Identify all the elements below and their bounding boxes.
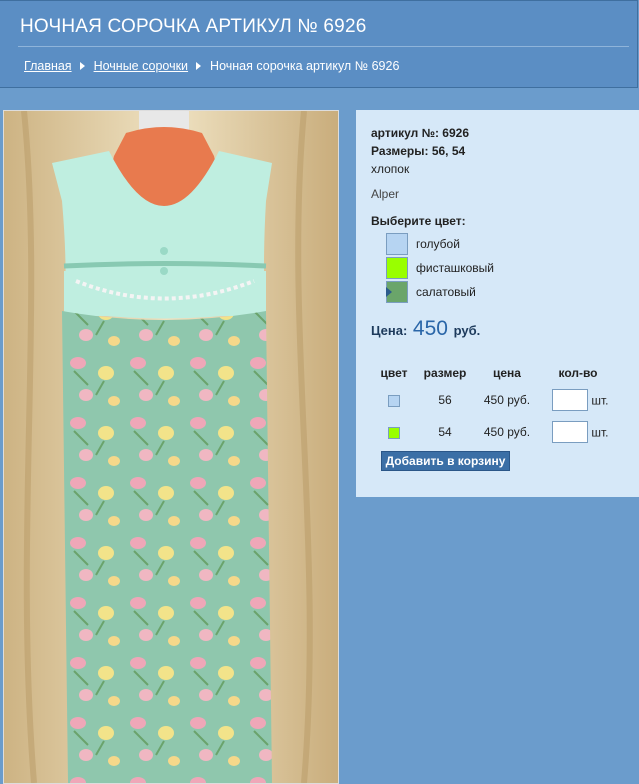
color-option[interactable]: фисташковый <box>386 256 494 280</box>
row-price: 450 руб. <box>483 393 531 407</box>
product-specs: артикул №: 6926 Размеры: 56, 54 хлопок <box>371 124 469 178</box>
page-header: НОЧНАЯ СОРОЧКА АРТИКУЛ № 6926 Главная Но… <box>0 0 638 88</box>
color-swatch[interactable] <box>386 233 408 255</box>
row-size: 56 <box>438 393 452 407</box>
table-row: 54 450 руб. шт. <box>374 416 618 448</box>
color-name: голубой <box>416 237 460 251</box>
table-row: 56 450 руб. шт. <box>374 384 618 416</box>
color-name: салатовый <box>416 285 476 299</box>
col-header: цена <box>493 366 521 380</box>
price-value: 450 <box>412 317 448 340</box>
add-to-cart-button[interactable]: Добавить в корзину <box>381 451 510 471</box>
header-divider <box>18 46 629 47</box>
price: Цена: 450 руб. <box>371 317 480 341</box>
row-size: 54 <box>438 425 452 439</box>
product-info-panel: артикул №: 6926 Размеры: 56, 54 хлопок A… <box>356 110 639 497</box>
col-header: кол-во <box>558 366 598 380</box>
breadcrumb: Главная Ночные сорочки Ночная сорочка ар… <box>24 59 399 73</box>
price-currency: руб. <box>453 323 481 338</box>
page-title: НОЧНАЯ СОРОЧКА АРТИКУЛ № 6926 <box>20 16 367 37</box>
breadcrumb-home-link[interactable]: Главная <box>24 59 72 73</box>
color-option[interactable]: голубой <box>386 232 494 256</box>
chevron-right-icon <box>79 62 85 70</box>
brand: Alper <box>371 187 400 201</box>
breadcrumb-category-link[interactable]: Ночные сорочки <box>94 59 188 73</box>
color-swatch[interactable] <box>386 281 408 303</box>
article-label: артикул №: <box>371 126 439 140</box>
color-swatch[interactable] <box>386 257 408 279</box>
color-swatches: голубой фисташковый салатовый <box>386 232 494 304</box>
row-color-swatch <box>388 426 400 439</box>
color-option-selected[interactable]: салатовый <box>386 280 494 304</box>
quantity-input[interactable] <box>552 389 588 411</box>
sizes-value: 56, 54 <box>431 144 466 158</box>
row-color-swatch <box>388 394 400 407</box>
options-table: цвет размер цена кол-во 56 450 руб. шт. … <box>374 362 618 448</box>
selected-marker-icon <box>386 287 392 297</box>
chevron-right-icon <box>196 62 202 70</box>
col-header: цвет <box>380 366 408 380</box>
color-name: фисташковый <box>416 261 494 275</box>
product-photo[interactable] <box>3 110 339 784</box>
nightgown-image <box>4 111 338 783</box>
price-label: Цена: <box>371 323 408 338</box>
row-unit: шт. <box>591 393 609 408</box>
row-price: 450 руб. <box>483 425 531 439</box>
sizes-label: Размеры: <box>371 144 429 158</box>
row-unit: шт. <box>591 425 609 440</box>
breadcrumb-current: Ночная сорочка артикул № 6926 <box>210 59 400 73</box>
quantity-input[interactable] <box>552 421 588 443</box>
material: хлопок <box>371 162 410 176</box>
choose-color-label: Выберите цвет: <box>371 214 466 228</box>
col-header: размер <box>423 366 467 380</box>
table-header: цвет размер цена кол-во <box>374 362 618 384</box>
article-value: 6926 <box>442 126 469 140</box>
